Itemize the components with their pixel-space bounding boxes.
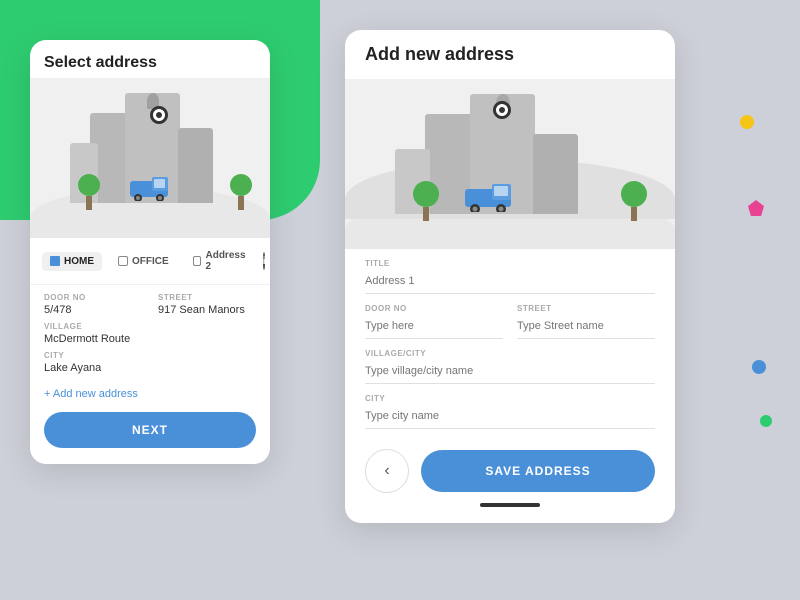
- back-button[interactable]: ‹: [365, 449, 409, 493]
- van: [130, 175, 174, 206]
- add-address-form: TITLE DOOR NO STREET VILLAGE/CITY CITY: [345, 249, 675, 429]
- dot-yellow: [740, 115, 754, 129]
- back-arrow-icon: ‹: [384, 462, 389, 480]
- home-icon: [50, 256, 60, 266]
- r-building-3: [533, 134, 578, 214]
- address-details: DOOR NO 5/478 STREET 917 Sean Manors VIL…: [30, 285, 270, 382]
- add-address-card: Add new address: [345, 30, 675, 523]
- door-no-input[interactable]: [365, 316, 503, 339]
- r-tree-right: [621, 181, 647, 221]
- dot-pink: [748, 200, 764, 216]
- home-indicator: [480, 503, 540, 507]
- right-illustration: [345, 79, 675, 249]
- door-no-group: DOOR NO: [365, 304, 503, 339]
- tab-home[interactable]: HOME: [42, 252, 102, 271]
- door-no-field: DOOR NO 5/478: [44, 293, 142, 316]
- title-group: TITLE: [365, 259, 655, 294]
- title-input[interactable]: [365, 271, 655, 294]
- city-field: CITY Lake Ayana: [44, 351, 256, 374]
- city-group: CITY: [365, 394, 655, 429]
- select-address-card: Select address: [30, 40, 270, 464]
- door-street-row: DOOR NO 5/478 STREET 917 Sean Manors: [44, 293, 256, 316]
- tree-left: [78, 174, 100, 210]
- city-input[interactable]: [365, 406, 655, 429]
- right-location-pin: [493, 101, 513, 121]
- next-button[interactable]: NEXT: [44, 412, 256, 448]
- village-input[interactable]: [365, 361, 655, 384]
- location-pin: [150, 106, 170, 126]
- street-field: STREET 917 Sean Manors: [158, 293, 256, 316]
- tab-office[interactable]: OFFICE: [110, 252, 177, 271]
- dot-green: [760, 415, 772, 427]
- tab-address2[interactable]: Address 2: [185, 246, 255, 276]
- add-address-title: Add new address: [345, 30, 675, 65]
- address-tabs: HOME OFFICE Address 2 i: [30, 238, 270, 285]
- action-row: ‹ SAVE ADDRESS: [345, 439, 675, 493]
- r-van: [465, 182, 519, 217]
- info-icon[interactable]: i: [263, 252, 266, 270]
- office-checkbox: [118, 256, 128, 266]
- door-street-row: DOOR NO STREET: [365, 304, 655, 349]
- dot-blue: [752, 360, 766, 374]
- save-address-button[interactable]: SAVE ADDRESS: [421, 450, 655, 492]
- village-field: VILLAGE McDermott Route: [44, 322, 256, 345]
- street-group: STREET: [517, 304, 655, 339]
- street-input[interactable]: [517, 316, 655, 339]
- address2-checkbox: [193, 256, 202, 266]
- select-address-title: Select address: [30, 40, 270, 78]
- tree-right: [230, 174, 252, 210]
- building-3: [178, 128, 213, 203]
- left-illustration: [30, 78, 270, 238]
- r-tree-left: [413, 181, 439, 221]
- add-new-address-link[interactable]: + Add new address: [30, 382, 270, 404]
- village-group: VILLAGE/CITY: [365, 349, 655, 384]
